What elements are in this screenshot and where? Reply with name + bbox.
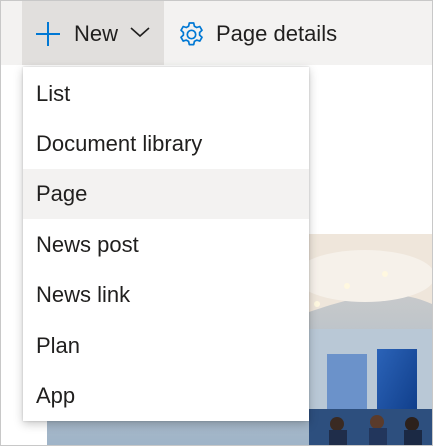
menu-item-label: News post <box>36 232 139 257</box>
menu-item-news-link[interactable]: News link <box>23 270 309 320</box>
menu-item-label: Plan <box>36 333 81 358</box>
menu-item-document-library[interactable]: Document library <box>23 119 309 169</box>
menu-item-news-post[interactable]: News post <box>23 220 309 270</box>
menu-item-app[interactable]: App <box>23 371 309 421</box>
menu-item-label: Document library <box>36 131 203 156</box>
menu-item-plan[interactable]: Plan <box>23 321 309 371</box>
page-details-label: Page details <box>216 21 338 46</box>
new-dropdown-menu: List Document library Page News post New… <box>23 67 309 421</box>
chevron-down-icon <box>130 27 150 38</box>
menu-item-page[interactable]: Page <box>23 169 309 219</box>
menu-item-label: App <box>36 383 76 408</box>
menu-item-label: Page <box>36 181 88 206</box>
new-button[interactable]: New <box>22 1 164 65</box>
plus-icon <box>36 22 60 46</box>
new-button-label: New <box>74 21 119 46</box>
command-bar: New Page details <box>1 1 432 65</box>
app-frame: New Page details List Document library P… <box>0 0 433 446</box>
menu-item-label: List <box>36 81 71 106</box>
menu-item-label: News link <box>36 282 131 307</box>
menu-item-list[interactable]: List <box>23 69 309 119</box>
page-details-button[interactable]: Page details <box>171 1 351 65</box>
gear-icon <box>180 22 203 46</box>
